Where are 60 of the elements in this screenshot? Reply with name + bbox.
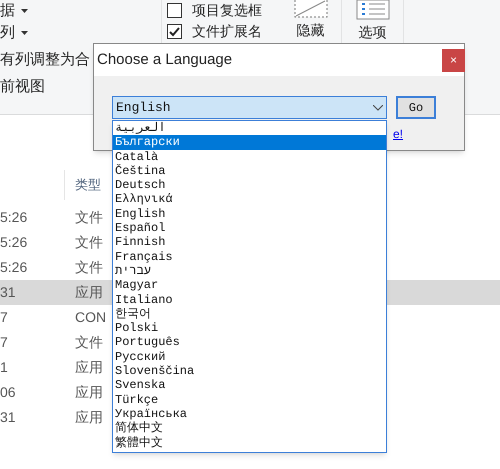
- table-cell-text: 7: [0, 308, 9, 327]
- table-cell-text: 文件: [75, 333, 103, 352]
- language-option[interactable]: Italiano: [113, 292, 386, 307]
- language-option[interactable]: Čeština: [113, 164, 386, 178]
- table-cell-text: 文件: [75, 208, 103, 227]
- table-cell-text: 应用: [75, 383, 103, 402]
- ribbon-command[interactable]: 前视图: [0, 76, 45, 98]
- language-option[interactable]: العربية: [113, 121, 386, 136]
- table-cell-text: 5:26: [0, 208, 28, 227]
- language-option[interactable]: Deutsch: [113, 178, 386, 192]
- checkbox[interactable]: [167, 2, 182, 18]
- table-cell-text: 应用: [75, 408, 103, 427]
- language-option[interactable]: Finnish: [113, 235, 386, 250]
- table-cell-text: 31: [0, 408, 17, 427]
- table-cell-text: 文件: [75, 258, 103, 277]
- language-option[interactable]: 한국어: [113, 306, 386, 322]
- language-option[interactable]: Slovenščina: [113, 364, 386, 378]
- table-cell-text: 应用: [75, 358, 103, 377]
- go-button[interactable]: Go: [396, 96, 436, 119]
- ribbon-command[interactable]: 有列调整为合: [0, 48, 90, 72]
- table-cell-text: 文件: [75, 233, 103, 252]
- language-option[interactable]: Русский: [113, 350, 386, 364]
- language-option[interactable]: Español: [113, 221, 386, 236]
- language-option[interactable]: 繁體中文: [113, 436, 386, 450]
- language-option[interactable]: Български: [113, 135, 386, 150]
- dropdown-icon[interactable]: [21, 9, 28, 13]
- chevron-down-icon: [373, 104, 383, 110]
- language-option[interactable]: Svenska: [113, 378, 386, 393]
- ribbon-command[interactable]: 据: [0, 0, 15, 22]
- language-option[interactable]: English: [113, 206, 386, 222]
- language-option[interactable]: עברית: [113, 264, 386, 278]
- link[interactable]: e!: [393, 128, 404, 140]
- language-option[interactable]: Português: [113, 335, 386, 350]
- checkbox-label: 项目复选框: [192, 0, 262, 20]
- table-cell-text: 7: [0, 333, 9, 352]
- table-cell-text: 06: [0, 383, 17, 402]
- language-option[interactable]: Türkçe: [113, 392, 386, 407]
- table-cell-text: 5:26: [0, 233, 28, 252]
- table-cell-text: 5:26: [0, 258, 28, 277]
- checkbox-label: 文件扩展名: [192, 22, 262, 40]
- language-select[interactable]: English: [112, 96, 387, 119]
- column-header[interactable]: 类型: [75, 174, 101, 194]
- language-option[interactable]: Català: [113, 150, 386, 164]
- dialog-title: Choose a Language: [97, 50, 232, 70]
- language-option[interactable]: 简体中文: [113, 421, 386, 436]
- language-option[interactable]: Français: [113, 250, 386, 264]
- language-option[interactable]: Українська: [113, 406, 386, 422]
- checkbox[interactable]: [167, 24, 182, 38]
- table-cell-text: 31: [0, 283, 17, 302]
- table-cell-text: CON: [75, 308, 106, 327]
- table-cell-text: 1: [0, 358, 9, 377]
- table-cell-text: 应用: [75, 283, 103, 302]
- language-option[interactable]: Magyar: [113, 278, 386, 293]
- language-option[interactable]: Polski: [113, 321, 386, 336]
- ribbon-button-label[interactable]: 隐藏: [296, 20, 324, 41]
- language-option[interactable]: Ελληνικά: [113, 192, 386, 207]
- ribbon-command[interactable]: 列: [0, 22, 15, 44]
- ribbon-button-label[interactable]: 选项: [358, 22, 386, 43]
- dropdown-icon[interactable]: [21, 31, 28, 35]
- close-button[interactable]: ×: [442, 48, 465, 72]
